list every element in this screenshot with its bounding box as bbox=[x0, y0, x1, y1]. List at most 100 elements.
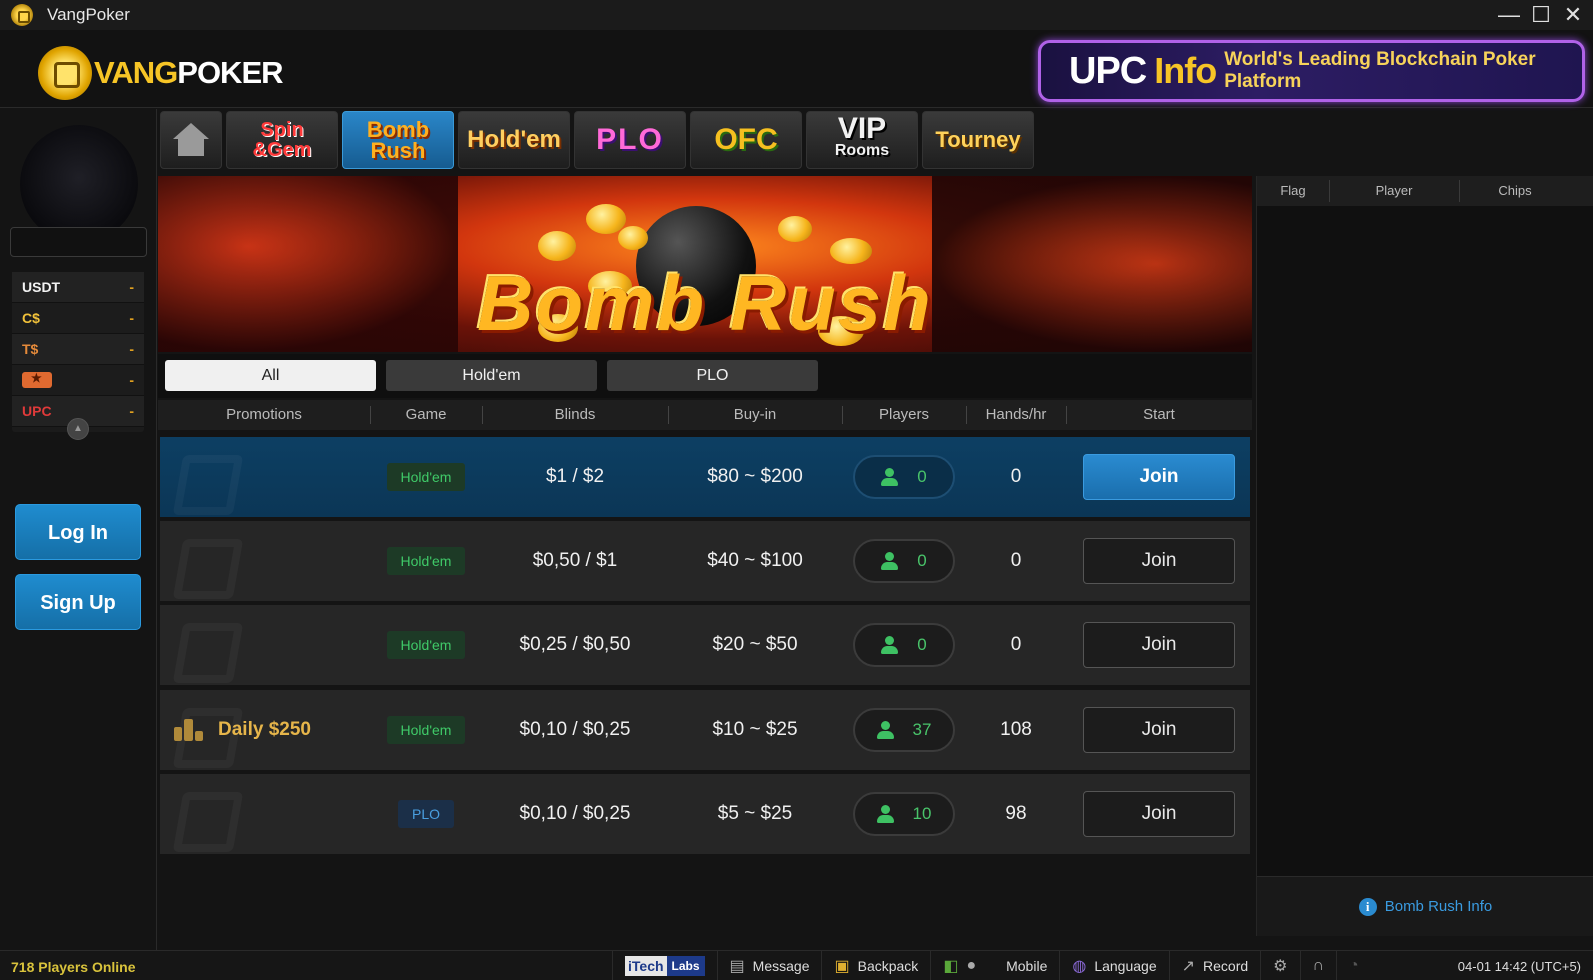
col-flag[interactable]: Flag bbox=[1257, 176, 1329, 206]
row-game-cell: Hold'em bbox=[370, 690, 482, 770]
message-icon: ▤ bbox=[729, 958, 745, 975]
col-players[interactable]: Players bbox=[842, 400, 966, 430]
row-hands: 0 bbox=[1010, 634, 1022, 655]
row-players-cell: 10 bbox=[842, 774, 966, 854]
person-icon bbox=[881, 636, 899, 654]
apple-icon: ● bbox=[966, 957, 977, 974]
balance-list: USDT - C$ - T$ - - UPC - bbox=[12, 272, 144, 432]
labs-label: Labs bbox=[666, 956, 705, 976]
col-buyin[interactable]: Buy-in bbox=[668, 400, 842, 430]
filter-tab-plo[interactable]: PLO bbox=[607, 360, 818, 391]
promo-watermark-icon bbox=[172, 455, 244, 515]
table-row[interactable]: Hold'em $0,50 / $1 $40 ~ $100 0 0 Join bbox=[160, 521, 1250, 601]
row-players-cell: 0 bbox=[842, 605, 966, 685]
record-button[interactable]: ↗ Record bbox=[1168, 951, 1261, 980]
filter-tab-all[interactable]: All bbox=[165, 360, 376, 391]
join-button[interactable]: Join bbox=[1083, 454, 1235, 500]
row-blinds: $0,50 / $1 bbox=[532, 550, 618, 571]
signal-icon: ◔ bbox=[1349, 957, 1359, 974]
table-row[interactable]: Daily $250 Hold'em $0,10 / $0,25 $10 ~ $… bbox=[160, 690, 1250, 770]
itech-label: iTech bbox=[625, 956, 667, 976]
nav-vip-rooms[interactable]: VIP Rooms bbox=[806, 111, 918, 169]
row-game-cell: PLO bbox=[370, 774, 482, 854]
app-window: VangPoker — ☐ ✕ VANGPOKER UPC Info World… bbox=[0, 0, 1593, 980]
balance-value: - bbox=[129, 372, 134, 388]
nav-spin-gem[interactable]: Spin &Gem bbox=[226, 111, 338, 169]
status-bar-items: iTech Labs ▤ Message ▣ Backpack ◧ ● Mobi… bbox=[612, 951, 1371, 980]
col-hands[interactable]: Hands/hr bbox=[966, 400, 1066, 430]
row-players-cell: 0 bbox=[842, 437, 966, 517]
balance-label: USDT bbox=[22, 279, 61, 295]
nav-ofc[interactable]: OFC bbox=[690, 111, 802, 169]
nav-spin-gem-line2: &Gem bbox=[252, 139, 312, 161]
nav-vip-rooms-label: VIP Rooms bbox=[834, 114, 890, 162]
row-start-cell: Join bbox=[1066, 521, 1252, 601]
players-count: 0 bbox=[917, 551, 927, 570]
upc-banner-big: UPC bbox=[1069, 49, 1147, 92]
row-blinds: $0,10 / $0,25 bbox=[519, 803, 631, 824]
table-row[interactable]: PLO $0,10 / $0,25 $5 ~ $25 10 98 Join bbox=[160, 774, 1250, 854]
balance-value: - bbox=[129, 403, 134, 419]
itech-labs-badge[interactable]: iTech Labs bbox=[612, 951, 717, 980]
coin-icon bbox=[586, 204, 626, 234]
nav-spin-gem-label: Spin &Gem bbox=[253, 120, 312, 160]
mobile-button[interactable]: ◧ ● Mobile bbox=[930, 951, 1059, 980]
col-game[interactable]: Game bbox=[370, 400, 482, 430]
join-button[interactable]: Join bbox=[1083, 622, 1235, 668]
nav-bomb-rush[interactable]: Bomb Rush bbox=[342, 111, 454, 169]
trophy-icon bbox=[174, 719, 204, 741]
join-button[interactable]: Join bbox=[1083, 538, 1235, 584]
support-button[interactable]: ∩ bbox=[1299, 951, 1337, 980]
col-blinds[interactable]: Blinds bbox=[482, 400, 668, 430]
game-tag: Hold'em bbox=[386, 716, 466, 744]
col-promotions[interactable]: Promotions bbox=[158, 400, 370, 430]
players-pill: 0 bbox=[853, 455, 955, 499]
settings-button[interactable]: ⚙ bbox=[1260, 951, 1299, 980]
table-row[interactable]: Hold'em $1 / $2 $80 ~ $200 0 0 Join bbox=[160, 437, 1250, 517]
players-count: 37 bbox=[912, 720, 932, 739]
upc-info-banner[interactable]: UPC Info World's Leading Blockchain Poke… bbox=[1038, 40, 1585, 102]
nav-plo-label: PLO bbox=[596, 123, 664, 156]
brand-name-part2: POKER bbox=[177, 55, 283, 90]
nav-home[interactable] bbox=[160, 111, 222, 169]
hero-banner: Bomb Rush bbox=[158, 176, 1252, 352]
nav-bomb-rush-line2: Rush bbox=[370, 138, 426, 163]
col-start[interactable]: Start bbox=[1066, 400, 1252, 430]
signup-button[interactable]: Sign Up bbox=[15, 574, 141, 630]
join-button[interactable]: Join bbox=[1083, 707, 1235, 753]
nav-tourney[interactable]: Tourney bbox=[922, 111, 1034, 169]
language-button[interactable]: ◍ Language bbox=[1059, 951, 1168, 980]
record-label: Record bbox=[1203, 958, 1249, 974]
brand-logo[interactable]: VANGPOKER bbox=[38, 46, 284, 100]
close-button[interactable]: ✕ bbox=[1561, 2, 1585, 28]
clock: 04-01 14:42 (UTC+5) bbox=[1457, 959, 1581, 974]
collapse-up-icon[interactable]: ▲ bbox=[67, 418, 89, 440]
login-button[interactable]: Log In bbox=[15, 504, 141, 560]
person-icon bbox=[881, 552, 899, 570]
join-button[interactable]: Join bbox=[1083, 791, 1235, 837]
nav-tourney-label: Tourney bbox=[935, 127, 1021, 152]
nav-holdem[interactable]: Hold'em bbox=[458, 111, 570, 169]
filter-tab-holdem[interactable]: Hold'em bbox=[386, 360, 597, 391]
nav-vip-line2: Rooms bbox=[834, 142, 890, 159]
balance-row-usdt: USDT - bbox=[12, 272, 144, 303]
row-start-cell: Join bbox=[1066, 774, 1252, 854]
app-logo-icon bbox=[11, 4, 33, 26]
nav-holdem-label: Hold'em bbox=[467, 126, 561, 153]
maximize-button[interactable]: ☐ bbox=[1529, 2, 1553, 28]
backpack-button[interactable]: ▣ Backpack bbox=[821, 951, 930, 980]
balance-label: C$ bbox=[22, 310, 40, 326]
avatar[interactable] bbox=[20, 125, 138, 243]
message-label: Message bbox=[752, 958, 810, 974]
col-player[interactable]: Player bbox=[1329, 176, 1459, 206]
player-list-body bbox=[1257, 206, 1593, 876]
nav-plo[interactable]: PLO bbox=[574, 111, 686, 169]
itech-labs-logo: iTech Labs bbox=[625, 956, 705, 976]
col-chips[interactable]: Chips bbox=[1459, 176, 1571, 206]
message-button[interactable]: ▤ Message bbox=[716, 951, 822, 980]
table-row[interactable]: Hold'em $0,25 / $0,50 $20 ~ $50 0 0 Join bbox=[160, 605, 1250, 685]
info-icon: i bbox=[1358, 897, 1377, 916]
minimize-button[interactable]: — bbox=[1497, 2, 1521, 28]
row-game-cell: Hold'em bbox=[370, 437, 482, 517]
bomb-rush-info-link[interactable]: i Bomb Rush Info bbox=[1257, 876, 1593, 936]
